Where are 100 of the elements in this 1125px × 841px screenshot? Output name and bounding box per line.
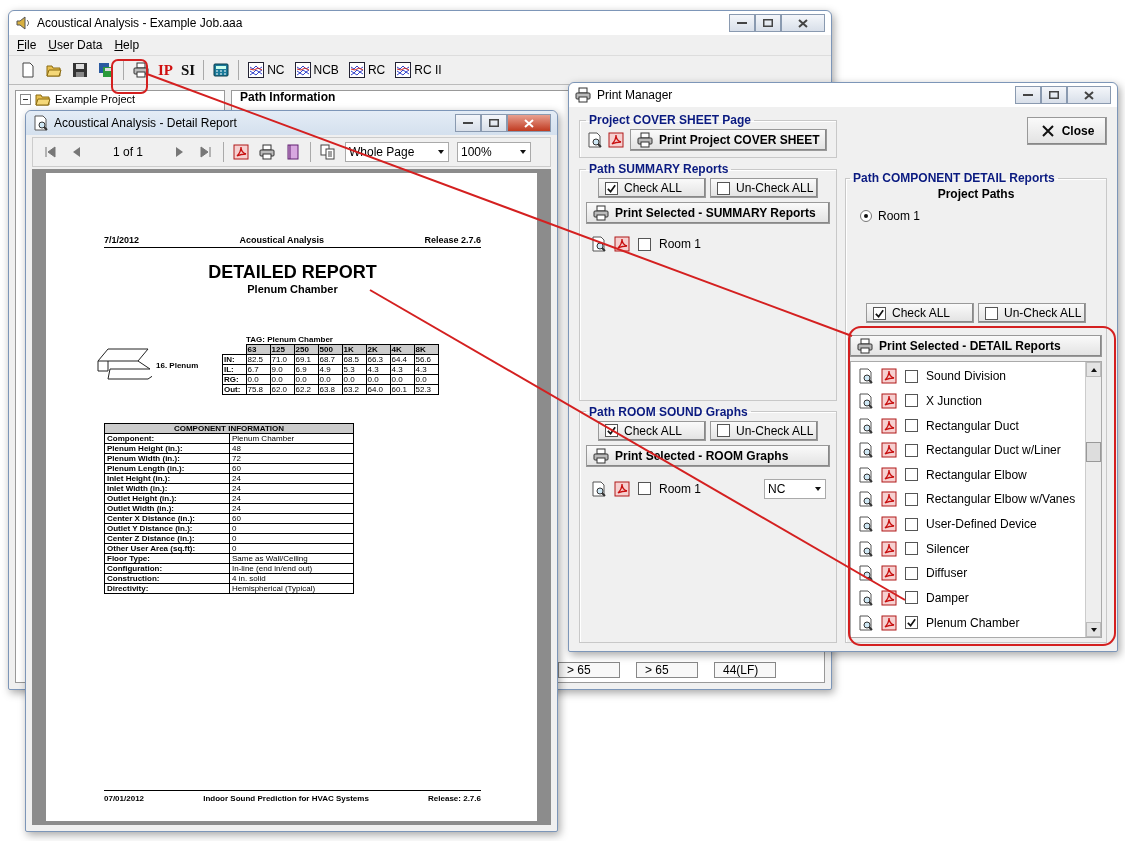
table-cell: 60 [229, 463, 354, 474]
item-label: Room 1 [659, 481, 702, 496]
scroll-thumb[interactable] [1086, 442, 1101, 462]
report-subtitle: Plenum Chamber [246, 283, 339, 295]
table-cell: 64.0 [366, 384, 390, 395]
menu-item[interactable]: User Data [48, 38, 103, 52]
table-cell: 82.5 [246, 354, 270, 365]
graph-select[interactable]: NC [764, 478, 826, 499]
table-cell: 66.3 [366, 354, 390, 365]
group-title: Path COMPONENT DETAIL Reports [852, 171, 1056, 185]
table-cell: Plenum Length (in.): [104, 463, 230, 474]
printer-icon [593, 205, 609, 221]
calculator-button[interactable] [212, 61, 231, 79]
export-pdf-button[interactable] [232, 143, 250, 161]
chart-button[interactable]: RC [347, 61, 387, 79]
checkbox[interactable] [717, 181, 730, 195]
print-button[interactable]: Print Selected - DETAIL Reports [850, 335, 1102, 357]
table-cell: 8K [414, 344, 438, 355]
table-cell: 6.7 [246, 364, 270, 375]
printer-icon [259, 144, 275, 160]
page-setup-button[interactable] [284, 143, 302, 161]
expander-icon[interactable] [20, 93, 31, 105]
chart-button[interactable]: NCB [293, 61, 340, 79]
check-all-button[interactable]: Check ALL [598, 178, 706, 198]
checkbox[interactable] [985, 306, 998, 320]
close-button[interactable]: Close [1027, 117, 1107, 145]
minimize-button[interactable] [1015, 86, 1041, 104]
menu-item[interactable]: File [17, 38, 37, 52]
maximize-button[interactable] [1041, 86, 1067, 104]
tree-item[interactable]: Example Project [55, 93, 136, 105]
checkbox[interactable] [905, 542, 918, 556]
report-app-name: Acoustical Analysis [239, 235, 325, 245]
scroll-down-button[interactable] [1086, 622, 1101, 637]
checkbox[interactable] [905, 369, 918, 383]
preview-icon [857, 565, 873, 582]
item-label: Silencer [926, 541, 970, 556]
check-all-button[interactable]: Check ALL [598, 420, 706, 441]
pagesetup-icon [285, 144, 301, 160]
chart-button[interactable]: RC II [394, 61, 443, 79]
close-button[interactable] [781, 14, 825, 32]
floppy-icon [72, 62, 88, 78]
minimize-button[interactable] [729, 14, 755, 32]
checkbox[interactable] [638, 237, 651, 251]
checkbox[interactable] [873, 306, 886, 320]
item-label: Plenum Chamber [926, 615, 1020, 630]
close-button[interactable] [1067, 86, 1111, 104]
uncheck-all-button[interactable]: Un-Check ALL [710, 178, 818, 198]
table-cell: 68.7 [318, 354, 342, 365]
maximize-button[interactable] [481, 114, 507, 132]
maximize-button[interactable] [755, 14, 781, 32]
checkbox[interactable] [905, 566, 918, 580]
unit-button[interactable]: SI [181, 61, 196, 79]
close-button[interactable] [507, 114, 551, 132]
checkbox[interactable] [638, 482, 651, 495]
table-cell: 0.0 [318, 374, 342, 385]
copy-button[interactable] [319, 143, 337, 161]
checkbox[interactable] [905, 419, 918, 433]
table-cell: 0.0 [414, 374, 438, 385]
scroll-up-button[interactable] [1086, 362, 1101, 377]
print-button[interactable] [132, 61, 150, 79]
group-title: Path ROOM SOUND Graphs [588, 404, 749, 419]
save-button[interactable] [71, 61, 89, 79]
check-all-button[interactable]: Check ALL [866, 303, 974, 323]
table-cell: 62.2 [294, 384, 318, 395]
zoom-select[interactable]: 100% [457, 142, 531, 162]
table-cell: 250 [294, 344, 318, 355]
item-label: User-Defined Device [926, 517, 1037, 532]
pdf-icon [881, 614, 897, 631]
preview-icon [857, 516, 873, 533]
checkbox[interactable] [905, 517, 918, 531]
table-cell: 0.0 [366, 374, 390, 385]
radio-button[interactable] [860, 210, 872, 222]
component-label: 16. Plenum [156, 360, 200, 370]
table-cell: 68.5 [342, 354, 366, 365]
item-label: Rectangular Duct w/Liner [926, 443, 1061, 458]
print-button[interactable]: Print Project COVER SHEET [630, 129, 827, 151]
print-button[interactable] [258, 143, 276, 161]
checkbox[interactable] [905, 468, 918, 482]
menu-item[interactable]: Help [114, 38, 140, 52]
checkbox[interactable] [905, 443, 918, 457]
uncheck-all-button[interactable]: Un-Check ALL [710, 420, 818, 441]
checkbox[interactable] [905, 492, 918, 506]
new-button[interactable] [19, 61, 37, 79]
print-button[interactable]: Print Selected - SUMMARY Reports [586, 202, 830, 224]
close-icon [524, 118, 534, 128]
newfile-icon [20, 62, 36, 78]
chart-button[interactable]: NC [247, 61, 286, 79]
checkbox[interactable] [717, 424, 730, 437]
preview-icon [857, 491, 873, 508]
unit-button[interactable]: IP [158, 61, 173, 79]
uncheck-all-button[interactable]: Un-Check ALL [978, 303, 1086, 323]
minimize-button[interactable] [455, 114, 481, 132]
checkbox[interactable] [905, 591, 918, 605]
checkbox[interactable] [905, 616, 918, 630]
preview-icon [857, 392, 873, 409]
table-cell: 4 in. solid [229, 573, 354, 584]
checkbox[interactable] [605, 181, 618, 195]
table-cell: 5.3 [342, 364, 366, 375]
table-cell: 0.0 [342, 374, 366, 385]
checkbox[interactable] [905, 394, 918, 408]
